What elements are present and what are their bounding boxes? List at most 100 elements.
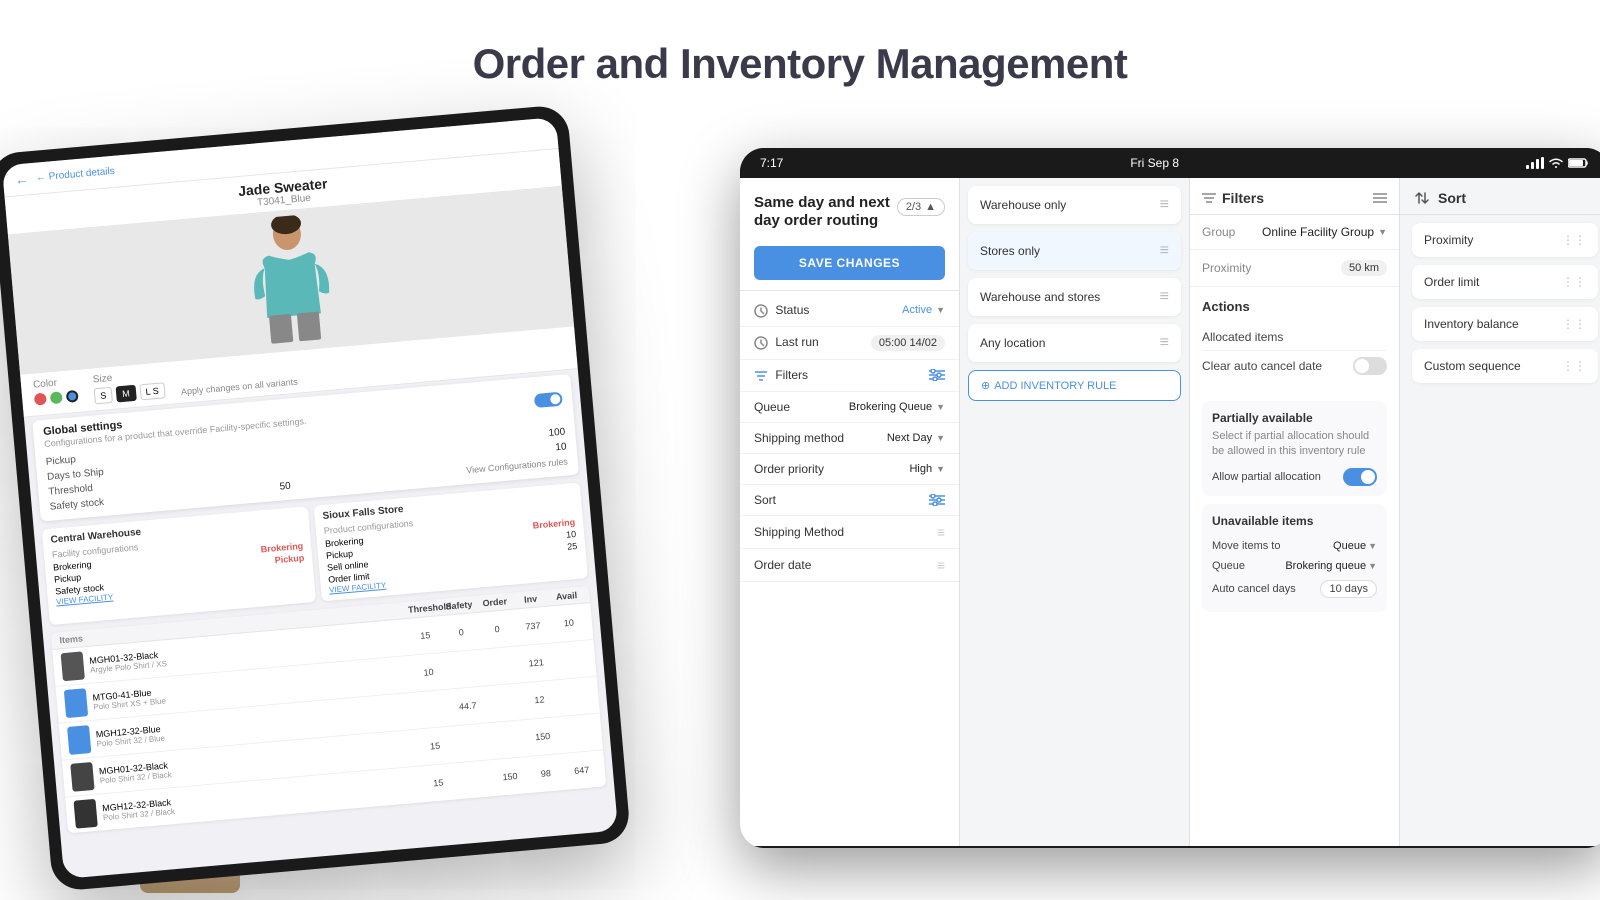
inventory-table: Items Threshold Safety Order Inv Avail M… [51, 586, 606, 833]
queue2-value[interactable]: Brokering queue ▼ [1285, 560, 1377, 572]
wifi-icon [1548, 157, 1564, 169]
inv-col-safety: Safety [444, 599, 475, 612]
inv-num4: 12 [524, 693, 555, 706]
inv-num3 [492, 738, 522, 741]
inv-num3 [485, 665, 515, 668]
last-run-value: 05:00 14/02 [871, 335, 945, 351]
routing-badge[interactable]: 2/3 ▲ [897, 198, 945, 216]
rule-item-any-location[interactable]: Any location ≡ [968, 324, 1181, 362]
rule-item-stores-only[interactable]: Stores only ≡ [968, 232, 1181, 270]
sort-proximity-label: Proximity [1424, 233, 1473, 247]
rule-warehouse-stores-label: Warehouse and stores [980, 290, 1100, 304]
order-priority-value[interactable]: High ▼ [909, 463, 945, 475]
chevron-down-icon: ▼ [936, 464, 945, 474]
inv-num1: 15 [410, 629, 441, 642]
drag-handle-icon: ≡ [1160, 334, 1169, 352]
sort-item-proximity[interactable]: Proximity ⋮⋮ [1412, 223, 1598, 257]
sort-panel-title: Sort [1438, 190, 1466, 206]
inv-num5 [560, 695, 590, 698]
routing-header: Same day and next day order routing 2/3 … [740, 178, 959, 240]
move-items-row: Move items to Queue ▼ [1212, 536, 1377, 556]
rule-warehouse-stores-row[interactable]: Warehouse and stores ≡ [968, 278, 1181, 316]
sort-item-custom-sequence[interactable]: Custom sequence ⋮⋮ [1412, 349, 1598, 383]
drag-handle-icon: ≡ [1160, 196, 1169, 214]
clock-icon [754, 336, 768, 350]
sort-item-inventory-balance[interactable]: Inventory balance ⋮⋮ [1412, 307, 1598, 341]
rule-item-warehouse-only[interactable]: Warehouse only ≡ [968, 186, 1181, 224]
inv-num1: 15 [423, 777, 454, 790]
drag-handle-icon: ≡ [937, 524, 945, 540]
color-label: Color [33, 376, 78, 391]
left-tablet-screen: ← ← Product details Jade Sweater T3041_B… [2, 117, 618, 879]
page-title: Order and Inventory Management [0, 0, 1600, 108]
status-bar: 7:17 Fri Sep 8 [740, 148, 1600, 178]
size-m[interactable]: M [116, 385, 137, 403]
inv-num1 [417, 708, 447, 711]
group-value[interactable]: Online Facility Group ▼ [1262, 225, 1387, 239]
sort-item-order-limit[interactable]: Order limit ⋮⋮ [1412, 265, 1598, 299]
queue-row: Queue Brokering Queue ▼ [740, 392, 959, 423]
rule-any-location-row[interactable]: Any location ≡ [968, 324, 1181, 362]
shipping-method-value[interactable]: Next Day ▼ [887, 432, 945, 444]
back-arrow-icon[interactable]: ← [15, 171, 29, 187]
panel-sort: Sort Proximity ⋮⋮ Order limit ⋮⋮ Invento… [1400, 178, 1600, 846]
last-run-label: Last run [754, 335, 819, 350]
content-area: ← ← Product details Jade Sweater T3041_B… [0, 108, 1600, 888]
auto-cancel-value[interactable]: 10 days [1320, 580, 1377, 598]
threshold-val: 10 [555, 441, 567, 453]
order-priority-row: Order priority High ▼ [740, 454, 959, 485]
chevron-up-icon: ▲ [925, 201, 936, 213]
inv-num3: 150 [495, 770, 526, 783]
shipping-method2-label: Shipping Method [754, 525, 844, 539]
rule-stores-only-row[interactable]: Stores only ≡ [968, 232, 1181, 270]
drag-handle-icon: ⋮⋮ [1562, 275, 1586, 289]
inv-num1: 10 [413, 666, 444, 679]
rule-item-warehouse-stores[interactable]: Warehouse and stores ≡ [968, 278, 1181, 316]
sort-row[interactable]: Sort [740, 485, 959, 516]
move-items-value[interactable]: Queue ▼ [1333, 540, 1377, 552]
shipping-method2-row[interactable]: Shipping Method ≡ [740, 516, 959, 549]
order-date-row[interactable]: Order date ≡ [740, 549, 959, 582]
proximity-value: 50 km [1341, 260, 1387, 276]
size-l[interactable]: L S [139, 382, 165, 400]
filter-line-icon [754, 369, 768, 383]
queue-value[interactable]: Brokering Queue ▼ [849, 401, 945, 413]
status-icon [754, 304, 768, 318]
safety-stock-val: 50 [279, 481, 291, 493]
filters-panel-title: Filters [1222, 190, 1264, 206]
chevron-down-icon: ▼ [936, 305, 945, 315]
inv-num2: 0 [446, 626, 477, 639]
inv-num2 [459, 778, 489, 781]
allow-partial-toggle[interactable] [1343, 468, 1377, 486]
inv-num4: 150 [527, 730, 558, 743]
sort-adjust-icon [929, 494, 945, 506]
color-red[interactable] [34, 393, 47, 406]
drag-handle-icon: ≡ [937, 557, 945, 573]
clear-cancel-toggle[interactable] [1353, 357, 1387, 375]
battery-icon [1568, 157, 1590, 169]
size-s[interactable]: S [94, 387, 113, 405]
days-to-ship-val: 100 [548, 427, 566, 439]
sort-order-limit-label: Order limit [1424, 275, 1479, 289]
filters-row[interactable]: Filters [740, 360, 959, 392]
inv-num3: 0 [482, 623, 513, 636]
filters-header: Filters [1190, 178, 1399, 215]
unavailable-section: Unavailable items Move items to Queue ▼ … [1202, 504, 1387, 612]
order-date-label: Order date [754, 558, 811, 572]
color-blue[interactable] [66, 390, 79, 403]
tablet-screen-content: Same day and next day order routing 2/3 … [740, 178, 1600, 846]
status-value[interactable]: Active ▼ [902, 304, 945, 316]
save-changes-button[interactable]: SAVE CHANGES [754, 246, 945, 280]
chevron-down-icon: ▼ [936, 402, 945, 412]
move-items-label: Move items to [1212, 540, 1280, 552]
apply-variants: Apply changes on all variants [181, 377, 299, 397]
partial-avail-desc: Select if partial allocation should be a… [1212, 429, 1377, 460]
add-inventory-rule-button[interactable]: ⊕ ADD INVENTORY RULE [968, 370, 1181, 401]
divider [740, 290, 959, 291]
rule-warehouse-only-row[interactable]: Warehouse only ≡ [968, 186, 1181, 224]
inv-col-threshold: Threshold [408, 602, 439, 615]
inv-thumb [70, 762, 94, 792]
status-icons [1526, 157, 1590, 169]
color-green[interactable] [50, 391, 63, 404]
shipping-method-row: Shipping method Next Day ▼ [740, 423, 959, 454]
